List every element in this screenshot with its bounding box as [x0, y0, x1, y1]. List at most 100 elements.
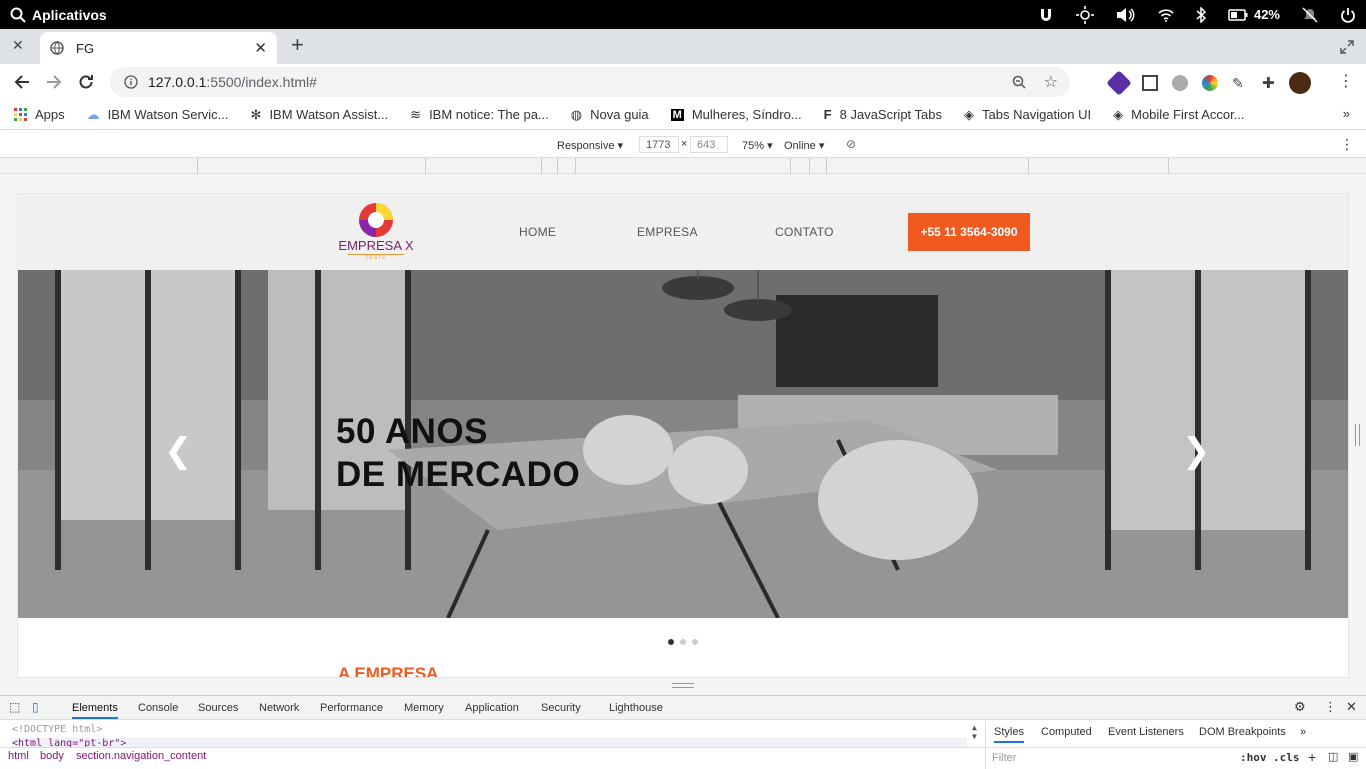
bookmark-item[interactable]: M Mulheres, Síndro...: [670, 107, 802, 122]
info-icon[interactable]: [124, 75, 138, 89]
bookmark-label: Nova guia: [590, 107, 649, 122]
restore-window-icon[interactable]: [1340, 40, 1354, 54]
more-tabs-icon[interactable]: »: [1300, 726, 1306, 738]
new-tab-button[interactable]: +: [291, 32, 304, 58]
height-input[interactable]: 643: [690, 136, 728, 153]
battery-indicator[interactable]: 42%: [1228, 7, 1280, 22]
bookmark-item[interactable]: ☁ IBM Watson Servic...: [87, 107, 229, 123]
devtools-menu-icon[interactable]: ⋮: [1324, 699, 1337, 715]
codepen-icon: ◈: [1113, 106, 1124, 122]
app-launcher[interactable]: Aplicativos: [0, 7, 107, 23]
settings-gear-icon[interactable]: ⚙: [1294, 699, 1306, 715]
bookmark-item[interactable]: F 8 JavaScript Tabs: [824, 107, 942, 122]
add-rule-icon[interactable]: +: [1308, 749, 1316, 765]
filter-input[interactable]: Filter: [992, 752, 1228, 764]
close-devtools-icon[interactable]: ✕: [1346, 699, 1357, 715]
carousel-dot[interactable]: [692, 639, 698, 645]
back-icon[interactable]: [14, 74, 30, 90]
tab-performance[interactable]: Performance: [320, 702, 383, 714]
extension-badge-icon[interactable]: [1106, 70, 1132, 96]
throttle-select[interactable]: Online ▾: [784, 139, 824, 152]
bookmark-item[interactable]: ◈ Tabs Navigation UI: [964, 107, 1091, 123]
url-path: :5500/index.html#: [206, 74, 317, 90]
forward-icon[interactable]: [46, 74, 62, 90]
close-window-icon[interactable]: ✕: [12, 37, 24, 54]
throttle-label: Online: [784, 140, 816, 152]
zoom-icon[interactable]: [1012, 75, 1026, 89]
bookmark-item[interactable]: ✻ IBM Watson Assist...: [251, 107, 389, 123]
breadcrumb-section[interactable]: section.navigation_content: [76, 750, 206, 762]
tab-styles[interactable]: Styles: [994, 726, 1024, 743]
bookmark-apps[interactable]: Apps: [14, 107, 65, 122]
tab-fg[interactable]: FG ✕: [40, 32, 277, 64]
devtools-panel: ⬚ ▯ Elements Console Sources Network Per…: [0, 695, 1366, 769]
avatar[interactable]: [1288, 72, 1311, 94]
site-header: EMPRESA X TESTE HOME EMPRESA CONTATO +55…: [18, 194, 1348, 270]
settings-extension-icon[interactable]: [1172, 75, 1188, 91]
ublock-icon[interactable]: [1038, 7, 1054, 23]
width-input[interactable]: 1773: [639, 136, 679, 153]
cls-toggle[interactable]: .cls: [1273, 751, 1300, 764]
bookmark-star-icon[interactable]: ☆: [1044, 72, 1058, 92]
breadcrumb-html[interactable]: html: [8, 750, 29, 762]
hov-toggle[interactable]: :hov: [1240, 751, 1267, 764]
codepen-icon: ◈: [964, 106, 974, 122]
f-icon: F: [823, 107, 832, 122]
carousel-next-icon[interactable]: ❯: [1182, 434, 1211, 468]
power-icon[interactable]: [1340, 7, 1356, 23]
nav-contato[interactable]: CONTATO: [775, 225, 834, 239]
tab-network[interactable]: Network: [259, 702, 299, 714]
bookmark-item[interactable]: ≋ IBM notice: The pa...: [410, 107, 549, 123]
nav-empresa[interactable]: EMPRESA: [637, 225, 698, 239]
bookmark-item[interactable]: ◍ Nova guia: [571, 107, 649, 123]
globe-icon: ◍: [570, 106, 583, 122]
tab-memory[interactable]: Memory: [404, 702, 444, 714]
carousel-prev-icon[interactable]: ❮: [164, 434, 193, 468]
tab-console[interactable]: Console: [138, 702, 178, 714]
brightness-icon[interactable]: [1075, 5, 1094, 24]
medium-icon: M: [670, 108, 684, 121]
bluetooth-icon[interactable]: [1196, 6, 1206, 23]
bookmark-label: 8 JavaScript Tabs: [839, 107, 942, 122]
tab-lighthouse[interactable]: Lighthouse: [609, 702, 663, 714]
dom-line[interactable]: <!DOCTYPE html>: [12, 724, 102, 735]
resize-handle-bottom[interactable]: [672, 683, 694, 688]
tab-event-listeners[interactable]: Event Listeners: [1108, 726, 1184, 738]
menu-icon[interactable]: ⋮: [1338, 71, 1354, 91]
close-tab-icon[interactable]: ✕: [254, 39, 267, 57]
reload-icon[interactable]: [78, 74, 94, 90]
tab-application[interactable]: Application: [465, 702, 519, 714]
more-bookmarks-icon[interactable]: »: [1343, 106, 1350, 121]
tab-security[interactable]: Security: [541, 702, 581, 714]
bookmark-item[interactable]: ◈ Mobile First Accor...: [1113, 107, 1244, 123]
address-bar[interactable]: 127.0.0.1:5500/index.html# ☆: [110, 67, 1070, 97]
eyedropper-icon[interactable]: ✎: [1232, 75, 1248, 91]
extensions-puzzle-icon[interactable]: ✚: [1262, 74, 1275, 92]
nav-home[interactable]: HOME: [519, 225, 556, 239]
breadcrumb-body[interactable]: body: [40, 750, 64, 762]
device-mode-select[interactable]: Responsive ▾: [557, 139, 623, 152]
device-toggle-icon[interactable]: ▯: [32, 700, 39, 714]
rotate-icon[interactable]: ⊘: [846, 137, 856, 151]
tab-elements[interactable]: Elements: [72, 702, 118, 719]
computed-sidebar-icon[interactable]: ▣: [1348, 750, 1358, 763]
carousel-dot[interactable]: [680, 639, 686, 645]
color-extension-icon[interactable]: [1202, 75, 1218, 91]
screenshot-icon[interactable]: [1142, 75, 1158, 91]
tab-computed[interactable]: Computed: [1041, 726, 1092, 738]
site-logo[interactable]: EMPRESA X TESTE: [338, 202, 414, 262]
wifi-icon[interactable]: [1158, 8, 1174, 22]
device-menu-icon[interactable]: ⋮: [1340, 136, 1354, 153]
inspect-icon[interactable]: ⬚: [9, 700, 20, 714]
carousel-dot[interactable]: [668, 639, 674, 645]
styles-pane: Styles Computed Event Listeners DOM Brea…: [985, 721, 1366, 769]
resize-handle-right[interactable]: [1355, 424, 1360, 446]
volume-icon[interactable]: [1116, 7, 1136, 23]
tab-dom-breakpoints[interactable]: DOM Breakpoints: [1199, 726, 1286, 738]
notifications-off-icon[interactable]: [1302, 6, 1318, 23]
toggle-sidebar-icon[interactable]: ◫: [1328, 750, 1338, 763]
scrollbar[interactable]: ▲ ▼: [972, 723, 977, 741]
phone-button[interactable]: +55 11 3564-3090: [908, 213, 1030, 251]
tab-sources[interactable]: Sources: [198, 702, 238, 714]
zoom-select[interactable]: 75% ▾: [742, 139, 773, 152]
